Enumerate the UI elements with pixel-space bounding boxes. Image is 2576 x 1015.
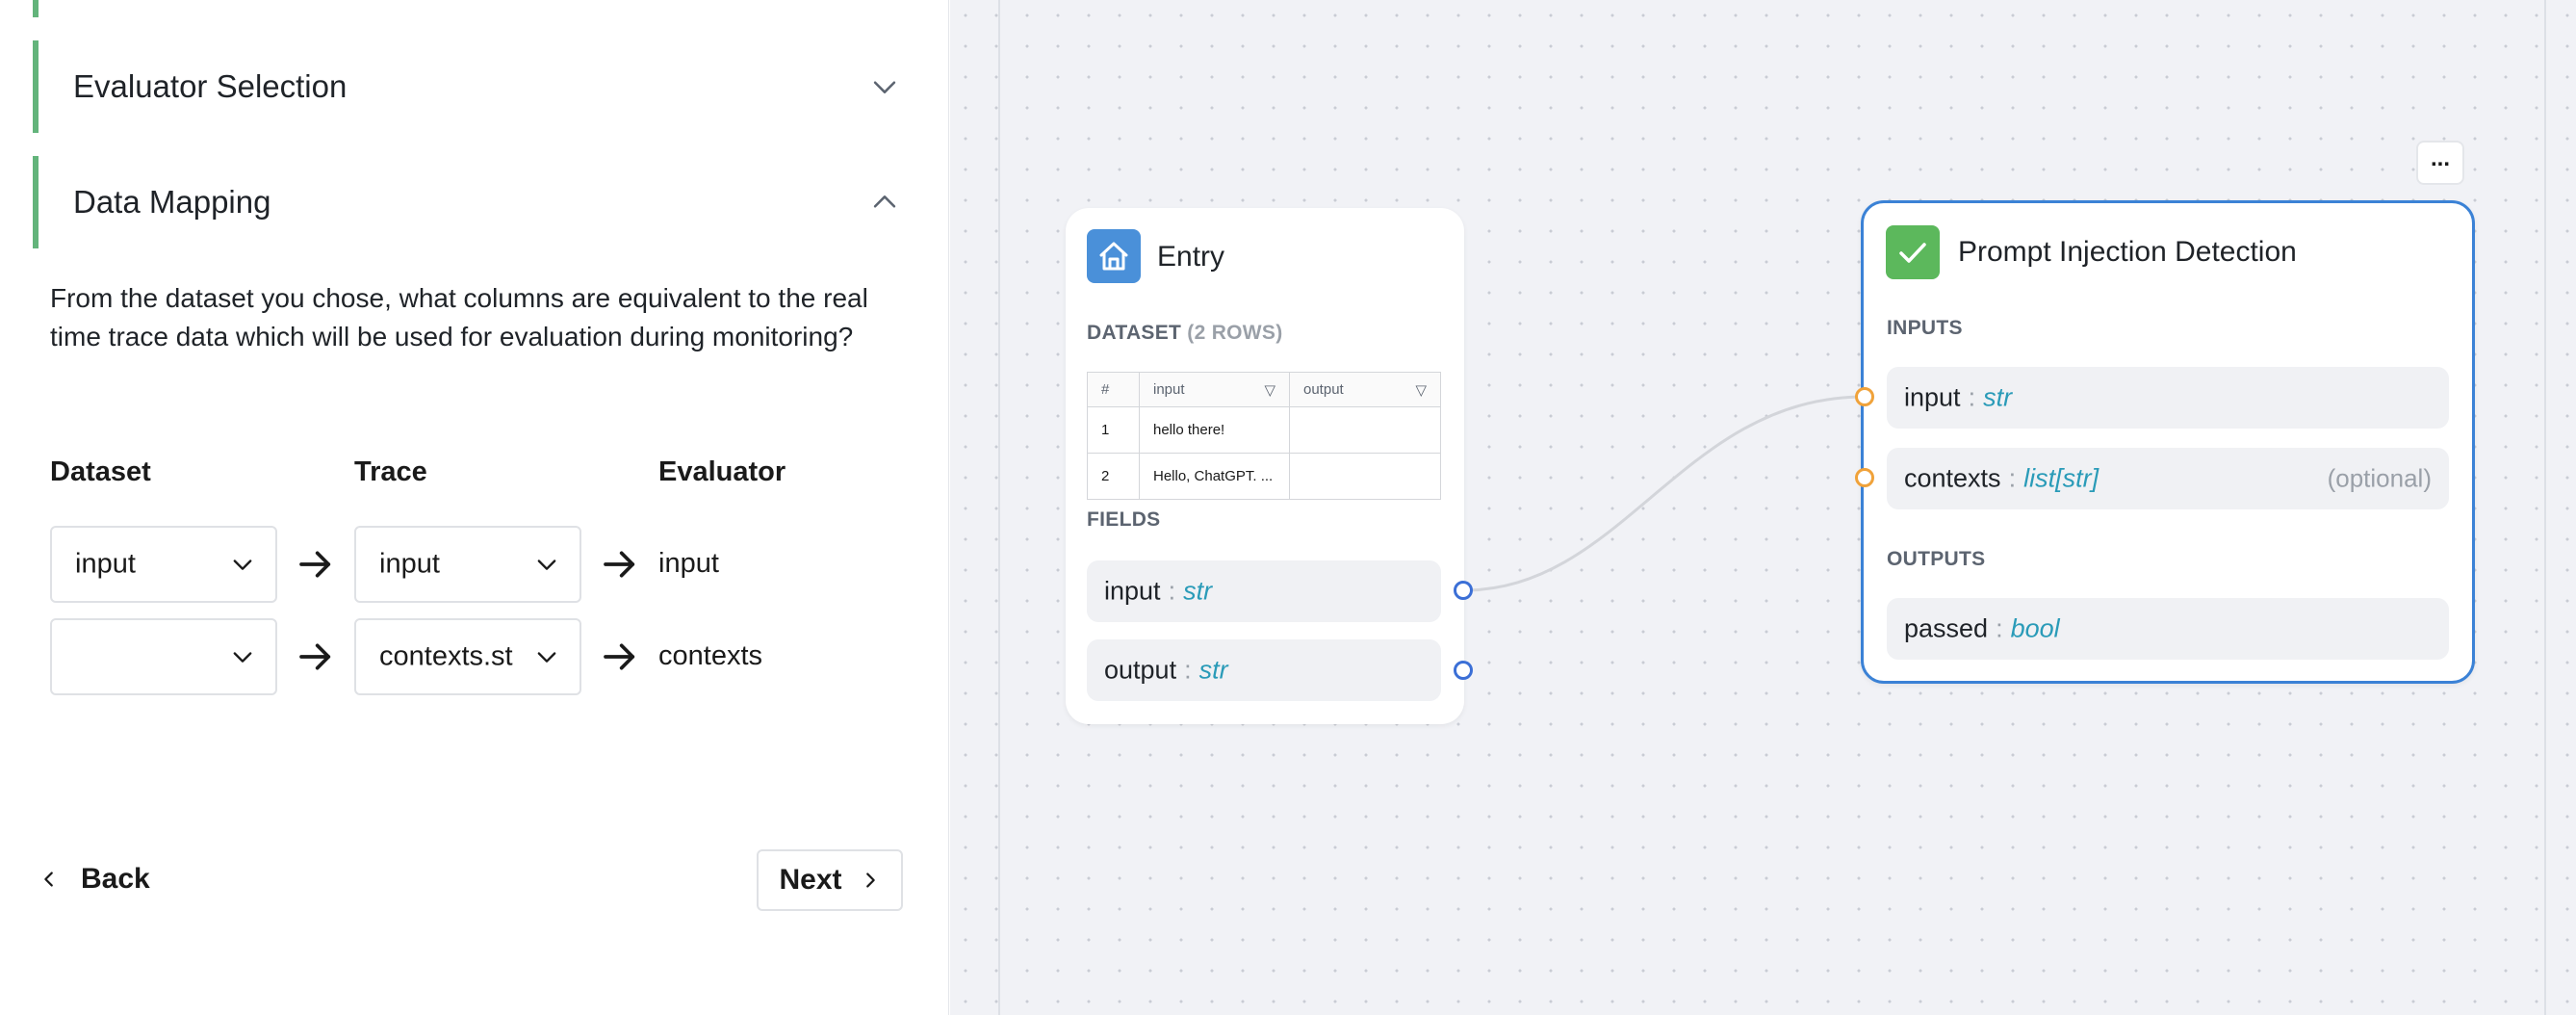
data-mapping-title: Data Mapping	[73, 184, 271, 220]
optional-label: (optional)	[2327, 463, 2432, 493]
table-cell: 2	[1087, 453, 1140, 500]
arrow-right-icon	[604, 643, 635, 670]
filter-icon[interactable]: ▽	[1415, 381, 1427, 399]
next-button[interactable]: Next	[757, 849, 903, 911]
evaluator-node-title: Prompt Injection Detection	[1958, 236, 2297, 268]
evaluator-field-contexts: contexts	[658, 640, 762, 671]
trace-select-contexts[interactable]: contexts.st	[354, 618, 581, 695]
table-row[interactable]: 1 hello there!	[1087, 406, 1441, 454]
filter-icon[interactable]: ▽	[1264, 381, 1275, 399]
workflow-canvas[interactable]: Entry DATASET (2 ROWS) # input ▽ output ▽ …	[950, 0, 2576, 1015]
evaluator-selection-title: Evaluator Selection	[73, 68, 348, 104]
arrow-right-icon	[604, 551, 635, 578]
arrow-right-icon	[299, 551, 331, 578]
chevron-down-icon	[537, 560, 556, 570]
chevron-up-icon	[873, 195, 896, 208]
trace-select-value: input	[379, 548, 440, 580]
evaluator-selection-section-header[interactable]: Evaluator Selection	[33, 40, 909, 133]
dataset-select-contexts[interactable]	[50, 618, 277, 695]
dataset-column-header: Dataset	[50, 456, 151, 487]
entry-node-title: Entry	[1157, 241, 1225, 273]
back-button[interactable]: Back	[39, 852, 150, 906]
chevron-down-icon	[537, 652, 556, 663]
table-cell: hello there!	[1139, 406, 1290, 454]
chevron-down-icon	[233, 560, 252, 570]
chevron-right-icon	[865, 872, 875, 888]
table-cell	[1289, 406, 1441, 454]
entry-node[interactable]: Entry DATASET (2 ROWS) # input ▽ output ▽ …	[1066, 208, 1464, 724]
dataset-section-label: DATASET (2 ROWS)	[1087, 322, 1283, 344]
input-handle-input[interactable]	[1855, 387, 1874, 406]
input-field-input: input: str	[1887, 367, 2449, 429]
mapping-description: From the dataset you chose, what columns…	[50, 283, 868, 351]
table-cell: Hello, ChatGPT. ...	[1139, 453, 1290, 500]
section-accent-bar	[33, 0, 39, 17]
table-header-input[interactable]: input ▽	[1139, 372, 1290, 407]
node-menu-button[interactable]: ...	[2416, 141, 2464, 185]
table-cell	[1289, 453, 1441, 500]
table-header-index: #	[1087, 372, 1140, 407]
table-cell: 1	[1087, 406, 1140, 454]
check-icon	[1886, 225, 1940, 279]
home-icon	[1087, 229, 1141, 283]
input-handle-contexts[interactable]	[1855, 468, 1874, 487]
inputs-section-label: INPUTS	[1887, 317, 1963, 339]
data-mapping-section-header[interactable]: Data Mapping	[33, 156, 909, 248]
back-button-label: Back	[81, 863, 150, 895]
canvas-guide-line	[998, 0, 1000, 1015]
chevron-down-icon	[233, 652, 252, 663]
more-icon: ...	[2430, 145, 2450, 171]
arrow-right-icon	[299, 643, 331, 670]
field-input: input: str	[1087, 560, 1441, 622]
dataset-select-input[interactable]: input	[50, 526, 277, 603]
trace-select-value: contexts.st	[379, 640, 513, 672]
next-button-label: Next	[779, 864, 842, 896]
table-header-output[interactable]: output ▽	[1289, 372, 1441, 407]
dataset-select-value: input	[75, 548, 136, 580]
evaluator-node[interactable]: Prompt Injection Detection INPUTS input:…	[1861, 200, 2475, 684]
output-field-passed: passed: bool	[1887, 598, 2449, 660]
table-row[interactable]: 2 Hello, ChatGPT. ...	[1087, 453, 1441, 500]
trace-column-header: Trace	[354, 456, 427, 487]
output-handle-input[interactable]	[1454, 581, 1473, 600]
output-handle-output[interactable]	[1454, 661, 1473, 680]
evaluator-field-input: input	[658, 548, 719, 579]
field-output: output: str	[1087, 639, 1441, 701]
dataset-preview-table[interactable]: # input ▽ output ▽ 1 hello there! 2 Hello,…	[1087, 372, 1441, 500]
outputs-section-label: OUTPUTS	[1887, 548, 1986, 570]
chevron-down-icon	[873, 81, 896, 93]
wizard-panel: Evaluator Selection Data Mapping From th…	[0, 0, 949, 1015]
chevron-left-icon	[44, 872, 53, 887]
trace-select-input[interactable]: input	[354, 526, 581, 603]
fields-section-label: FIELDS	[1087, 508, 1161, 531]
input-field-contexts: contexts: list[str] (optional)	[1887, 448, 2449, 509]
canvas-guide-line	[2544, 0, 2546, 1015]
evaluator-column-header: Evaluator	[658, 456, 786, 487]
